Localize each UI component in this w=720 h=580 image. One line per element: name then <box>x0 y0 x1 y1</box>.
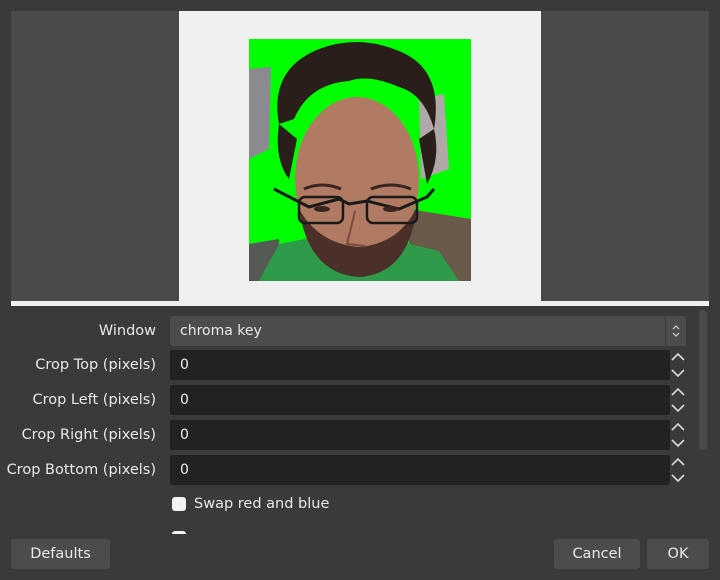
source-properties-dialog: Window chroma key Crop Top (pixels) 0 Cr… <box>0 0 720 580</box>
crop-right-label: Crop Right (pixels) <box>21 427 156 443</box>
crop-bottom-input[interactable]: 0 <box>170 455 670 485</box>
crop-bottom-spinner[interactable] <box>670 455 686 485</box>
spin-up-icon <box>671 457 685 466</box>
crop-top-value: 0 <box>180 357 189 373</box>
window-select-value: chroma key <box>180 323 262 339</box>
crop-left-value: 0 <box>180 392 189 408</box>
swap-red-blue-checkbox[interactable] <box>172 497 186 511</box>
crop-right-value: 0 <box>180 427 189 443</box>
spin-up-icon <box>671 387 685 396</box>
window-select[interactable]: chroma key <box>170 316 686 346</box>
cancel-button[interactable]: Cancel <box>554 539 640 569</box>
crop-right-input[interactable]: 0 <box>170 420 670 450</box>
crop-left-row: Crop Left (pixels) 0 <box>0 385 700 415</box>
defaults-button[interactable]: Defaults <box>11 539 110 569</box>
spin-down-icon <box>671 369 685 378</box>
camera-feed-image <box>249 39 471 281</box>
crop-top-input[interactable]: 0 <box>170 350 670 380</box>
window-row: Window chroma key <box>0 316 700 346</box>
spin-down-icon <box>671 474 685 483</box>
window-label: Window <box>98 323 156 339</box>
spin-down-icon <box>671 404 685 413</box>
crop-left-label: Crop Left (pixels) <box>32 392 156 408</box>
crop-right-spinner[interactable] <box>670 420 686 450</box>
ok-button[interactable]: OK <box>647 539 709 569</box>
crop-right-row: Crop Right (pixels) 0 <box>0 420 700 450</box>
crop-top-spinner[interactable] <box>670 350 686 380</box>
spin-up-icon <box>671 352 685 361</box>
crop-top-row: Crop Top (pixels) 0 <box>0 350 700 380</box>
crop-left-input[interactable]: 0 <box>170 385 670 415</box>
spin-up-icon <box>671 422 685 431</box>
select-arrows-icon <box>665 316 686 346</box>
preview-divider <box>11 301 709 306</box>
crop-bottom-label: Crop Bottom (pixels) <box>6 462 156 478</box>
properties-panel: Window chroma key Crop Top (pixels) 0 Cr… <box>0 310 708 534</box>
crop-left-spinner[interactable] <box>670 385 686 415</box>
spin-down-icon <box>671 439 685 448</box>
crop-bottom-row: Crop Bottom (pixels) 0 <box>0 455 700 485</box>
preview-area <box>11 11 709 301</box>
crop-bottom-value: 0 <box>180 462 189 478</box>
properties-scrollbar[interactable] <box>699 310 707 450</box>
swap-red-blue-label: Swap red and blue <box>194 496 330 512</box>
crop-top-label: Crop Top (pixels) <box>35 357 156 373</box>
partial-checkbox[interactable] <box>172 531 186 534</box>
